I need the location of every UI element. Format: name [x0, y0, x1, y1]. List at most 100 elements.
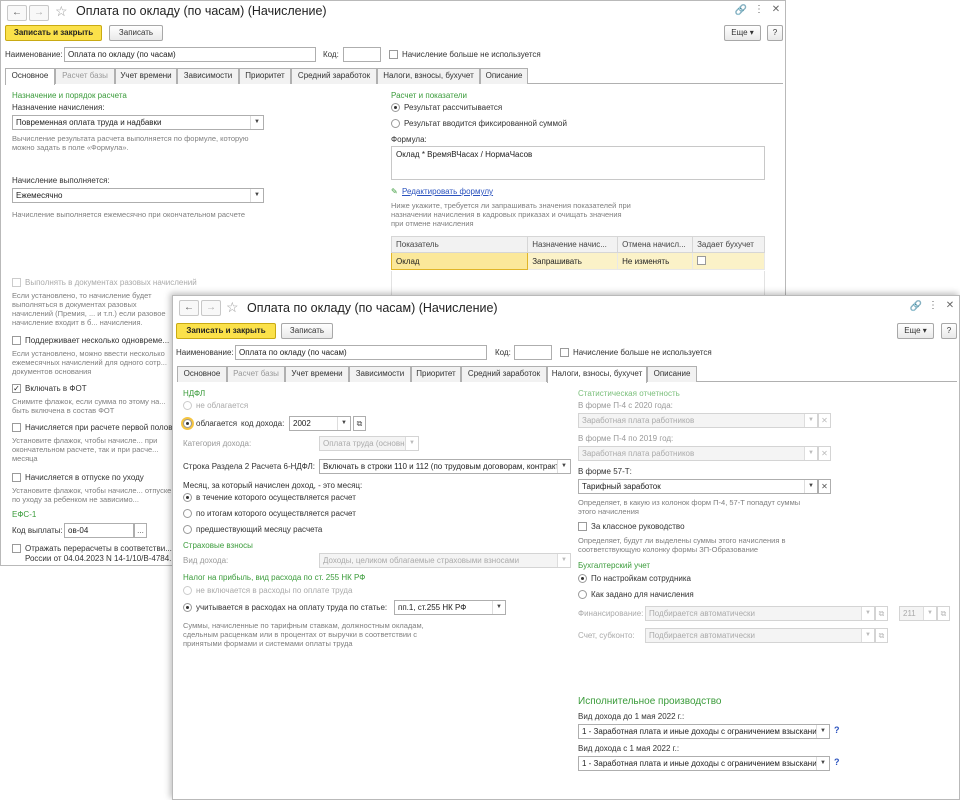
cell-cancel[interactable]: Не изменять: [617, 252, 694, 270]
col-cancel[interactable]: Отмена начисл...: [617, 236, 694, 253]
help-icon[interactable]: ?: [834, 725, 840, 735]
account-value: Подбирается автоматически: [649, 631, 755, 640]
forward-arrow-icon[interactable]: →: [201, 300, 221, 316]
profit-tax-article-select[interactable]: пп.1, ст.255 НК РФ ▼: [394, 600, 506, 615]
month-option-current-radio[interactable]: [183, 493, 192, 502]
menu-dots-icon[interactable]: ⋮: [926, 300, 940, 311]
chevron-down-icon[interactable]: ▼: [337, 417, 350, 430]
income-code-select[interactable]: 2002 ▼: [289, 416, 351, 431]
col-indicator[interactable]: Показатель: [390, 236, 529, 253]
forward-arrow-icon[interactable]: →: [29, 5, 49, 21]
chevron-down-icon[interactable]: ▼: [816, 757, 829, 770]
first-half-checkbox[interactable]: [12, 423, 21, 432]
col-accounting[interactable]: Задает бухучет: [692, 236, 765, 253]
formula-field[interactable]: Оклад * ВремяВЧасах / НормаЧасов: [391, 146, 765, 180]
tab-bar: Основное Расчет базы Учет времени Зависи…: [177, 366, 957, 383]
code-input[interactable]: [343, 47, 381, 62]
chevron-down-icon[interactable]: ▼: [557, 460, 570, 473]
ndfl-not-taxed-radio[interactable]: [183, 401, 192, 410]
close-icon[interactable]: ✕: [769, 4, 783, 15]
more-button[interactable]: Еще ▾: [897, 323, 934, 339]
chevron-down-icon[interactable]: ▼: [250, 116, 263, 129]
tab-time[interactable]: Учет времени: [115, 68, 177, 84]
cell-accounting[interactable]: [692, 252, 765, 270]
menu-dots-icon[interactable]: ⋮: [752, 4, 766, 15]
ndfl-taxed-radio[interactable]: [183, 419, 192, 428]
not-used-checkbox[interactable]: [389, 50, 398, 59]
select-button[interactable]: ...: [134, 523, 147, 538]
tab-main[interactable]: Основное: [5, 68, 55, 85]
care-leave-checkbox[interactable]: [12, 473, 21, 482]
multi-checkbox[interactable]: [12, 336, 21, 345]
tab-description[interactable]: Описание: [647, 366, 697, 382]
accounting-accrual-radio[interactable]: [578, 590, 587, 599]
open-icon: ⧉: [875, 628, 888, 643]
tab-taxes[interactable]: Налоги, взносы, бухучет: [547, 366, 647, 383]
ndfl-row-select[interactable]: Включать в строки 110 и 112 (по трудовым…: [319, 459, 571, 474]
star-icon[interactable]: ☆: [226, 299, 239, 316]
not-used-checkbox[interactable]: [560, 348, 569, 357]
month-option-previous-radio[interactable]: [183, 525, 192, 534]
one-time-hint: Если установлено, то начисление будет вы…: [12, 291, 166, 327]
pay-code-input[interactable]: ов-04: [64, 523, 134, 538]
tab-dependencies[interactable]: Зависимости: [349, 366, 411, 382]
month-option-results-radio[interactable]: [183, 509, 192, 518]
tab-time[interactable]: Учет времени: [285, 366, 349, 382]
save-button[interactable]: Записать: [109, 25, 163, 41]
close-icon[interactable]: ✕: [943, 300, 957, 311]
name-input[interactable]: Оплата по окладу (по часам): [235, 345, 487, 360]
clear-icon[interactable]: ✕: [818, 479, 831, 494]
account-label: Счет, субконто:: [578, 631, 635, 640]
tab-dependencies[interactable]: Зависимости: [177, 68, 239, 84]
tab-priority[interactable]: Приоритет: [411, 366, 461, 382]
tab-main[interactable]: Основное: [177, 366, 227, 382]
enforcement-after-select[interactable]: 1 - Заработная плата и иные доходы с огр…: [578, 756, 830, 771]
name-input[interactable]: Оплата по окладу (по часам): [64, 47, 316, 62]
fot-checkbox[interactable]: ✓: [12, 384, 21, 393]
tab-base-calc[interactable]: Расчет базы: [227, 366, 285, 382]
tab-average[interactable]: Средний заработок: [291, 68, 377, 84]
code-input[interactable]: [514, 345, 552, 360]
edit-formula-link[interactable]: Редактировать формулу: [402, 187, 493, 196]
accounting-employee-radio[interactable]: [578, 574, 587, 583]
star-icon[interactable]: ☆: [55, 3, 68, 20]
help-button[interactable]: ?: [767, 25, 783, 41]
chevron-down-icon[interactable]: ▼: [492, 601, 505, 614]
link-icon[interactable]: 🔗: [734, 5, 748, 16]
save-and-close-button[interactable]: Записать и закрыть: [176, 323, 276, 339]
enforcement-before-select[interactable]: 1 - Заработная плата и иные доходы с огр…: [578, 724, 830, 739]
tab-taxes[interactable]: Налоги, взносы, бухучет: [377, 68, 480, 84]
save-and-close-button[interactable]: Записать и закрыть: [5, 25, 102, 41]
cell-indicator[interactable]: Оклад: [390, 252, 529, 270]
tab-description[interactable]: Описание: [480, 68, 528, 84]
calc-radio[interactable]: [391, 103, 400, 112]
help-icon[interactable]: ?: [834, 757, 840, 767]
performed-select[interactable]: Ежемесячно ▼: [12, 188, 264, 203]
fixed-radio[interactable]: [391, 119, 400, 128]
tab-base-calc[interactable]: Расчет базы: [55, 68, 115, 84]
chevron-down-icon[interactable]: ▼: [804, 480, 817, 493]
more-button[interactable]: Еще ▾: [724, 25, 761, 41]
back-arrow-icon[interactable]: ←: [179, 300, 199, 316]
one-time-checkbox[interactable]: [12, 278, 21, 287]
open-icon[interactable]: ⧉: [353, 416, 366, 431]
link-icon[interactable]: 🔗: [909, 301, 923, 312]
recalc-checkbox[interactable]: [12, 544, 21, 553]
profit-tax-yes-radio[interactable]: [183, 603, 192, 612]
cell-assign[interactable]: Запрашивать: [527, 252, 619, 270]
col-assign[interactable]: Назначение начис...: [527, 236, 619, 253]
pencil-icon[interactable]: ✎: [391, 187, 398, 196]
accounting-checkbox[interactable]: [697, 255, 707, 265]
save-button[interactable]: Записать: [281, 323, 333, 339]
tab-average[interactable]: Средний заработок: [461, 366, 547, 382]
profit-tax-not-radio[interactable]: [183, 586, 192, 595]
chevron-down-icon[interactable]: ▼: [816, 725, 829, 738]
tab-priority[interactable]: Приоритет: [239, 68, 291, 84]
back-arrow-icon[interactable]: ←: [7, 5, 27, 21]
class-checkbox[interactable]: [578, 522, 587, 531]
chevron-down-icon[interactable]: ▼: [250, 189, 263, 202]
table-row[interactable]: Оклад Запрашивать Не изменять: [390, 252, 765, 270]
purpose-select[interactable]: Повременная оплата труда и надбавки ▼: [12, 115, 264, 130]
help-button[interactable]: ?: [941, 323, 957, 339]
f57t-select[interactable]: Тарифный заработок ▼: [578, 479, 818, 494]
